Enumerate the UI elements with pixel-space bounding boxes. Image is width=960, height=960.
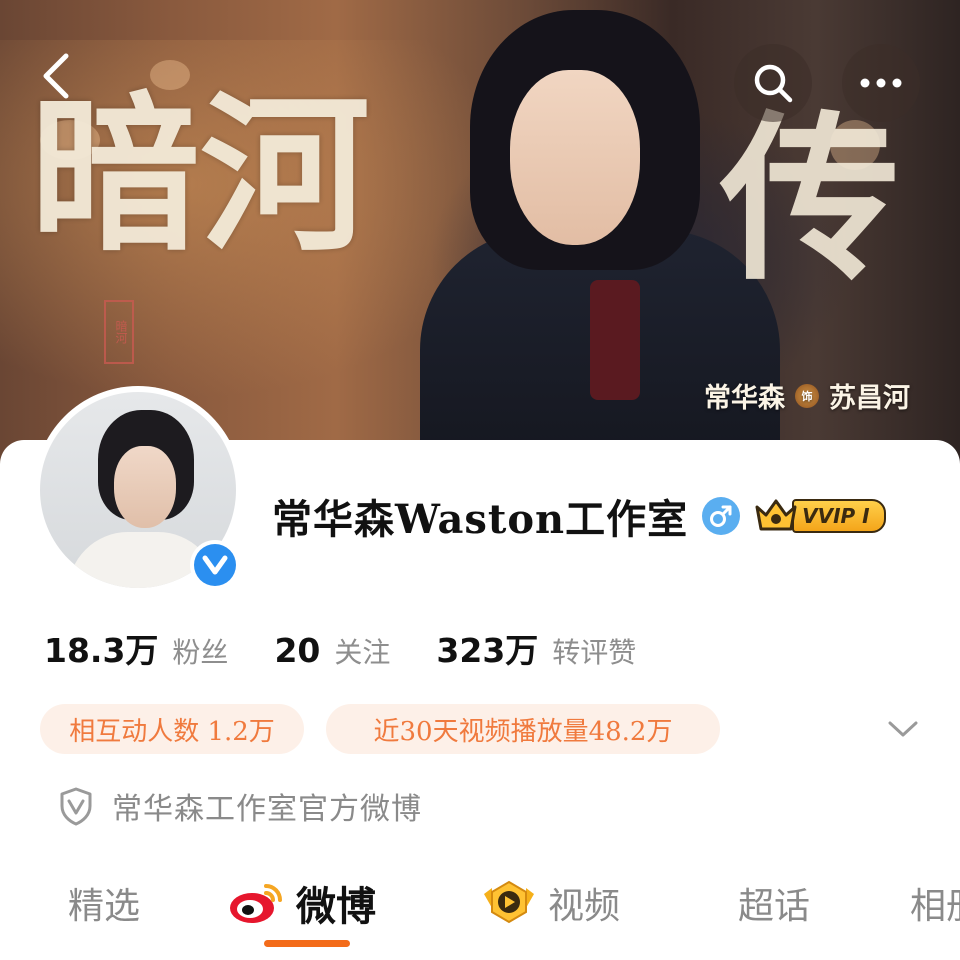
stat-label: 关注 xyxy=(334,636,391,669)
back-button[interactable] xyxy=(28,48,84,104)
weibo-logo-icon xyxy=(228,880,284,926)
profile-tabs: 精选 微博 视频 超话 相册 xyxy=(0,868,960,948)
interaction-count-pill[interactable]: 相互动人数 1.2万 xyxy=(40,704,304,754)
tab-label: 视频 xyxy=(548,886,621,927)
profile-name-row: 常华森Waston工作室 VVIP I xyxy=(272,488,886,544)
male-gender-icon xyxy=(702,497,741,535)
chevron-left-icon xyxy=(43,53,69,99)
drama-title-calligraphy: 暗河 xyxy=(30,75,371,275)
video-play-icon xyxy=(480,878,536,928)
cast-credit: 常华森 饰 苏昌河 xyxy=(704,376,910,415)
official-verification-text: 常华森工作室官方微博 xyxy=(112,792,422,827)
seal-stamp: 暗河 xyxy=(104,300,134,364)
actor-name: 常华森 xyxy=(704,383,785,414)
stat-value: 323万 xyxy=(436,631,539,670)
tab-label: 微博 xyxy=(296,883,376,930)
active-tab-indicator xyxy=(264,940,350,947)
tab-label: 精选 xyxy=(68,886,141,927)
expand-button[interactable] xyxy=(880,706,926,752)
tab-album[interactable]: 相册 xyxy=(910,868,960,938)
drama-title-calligraphy-2: 传 xyxy=(720,94,901,305)
actor-figure-collar xyxy=(590,280,640,400)
stat-label: 粉丝 xyxy=(172,636,229,669)
tab-super-topic[interactable]: 超话 xyxy=(738,868,810,938)
stat-label: 转评赞 xyxy=(552,636,637,669)
verified-badge xyxy=(190,540,240,590)
tab-featured[interactable]: 精选 xyxy=(68,868,140,938)
profile-stats: 18.3万 粉丝 20 关注 323万 转评赞 xyxy=(44,624,682,672)
avatar-face xyxy=(114,446,176,528)
shield-v-icon xyxy=(60,787,92,826)
stat-reposts-comments-likes[interactable]: 323万 转评赞 xyxy=(436,624,636,672)
official-verification-row[interactable]: 常华森工作室官方微博 xyxy=(58,782,422,830)
search-icon xyxy=(754,64,793,103)
video-views-pill[interactable]: 近30天视频播放量48.2万 xyxy=(326,704,720,754)
vvip-label: VVIP I xyxy=(792,499,886,533)
stat-following[interactable]: 20 关注 xyxy=(274,631,390,671)
tab-label: 超话 xyxy=(738,886,811,927)
stat-followers[interactable]: 18.3万 粉丝 xyxy=(44,624,228,672)
vvip-badge[interactable]: VVIP I xyxy=(754,496,886,536)
stat-value: 20 xyxy=(274,631,321,670)
more-button[interactable] xyxy=(842,44,920,122)
role-badge: 饰 xyxy=(795,383,819,408)
chevron-down-icon xyxy=(888,721,918,737)
role-name: 苏昌河 xyxy=(829,383,910,414)
verified-v-icon xyxy=(194,544,236,586)
more-dots-icon xyxy=(860,78,902,88)
profile-name: 常华森Waston工作室 xyxy=(272,496,689,543)
tab-label: 相册 xyxy=(910,886,960,927)
search-button[interactable] xyxy=(734,44,812,122)
actor-figure-face xyxy=(510,70,640,245)
tab-video[interactable]: 视频 xyxy=(480,868,620,938)
stat-value: 18.3万 xyxy=(44,631,159,670)
crown-icon xyxy=(754,497,797,535)
tab-weibo[interactable]: 微博 xyxy=(228,868,376,938)
